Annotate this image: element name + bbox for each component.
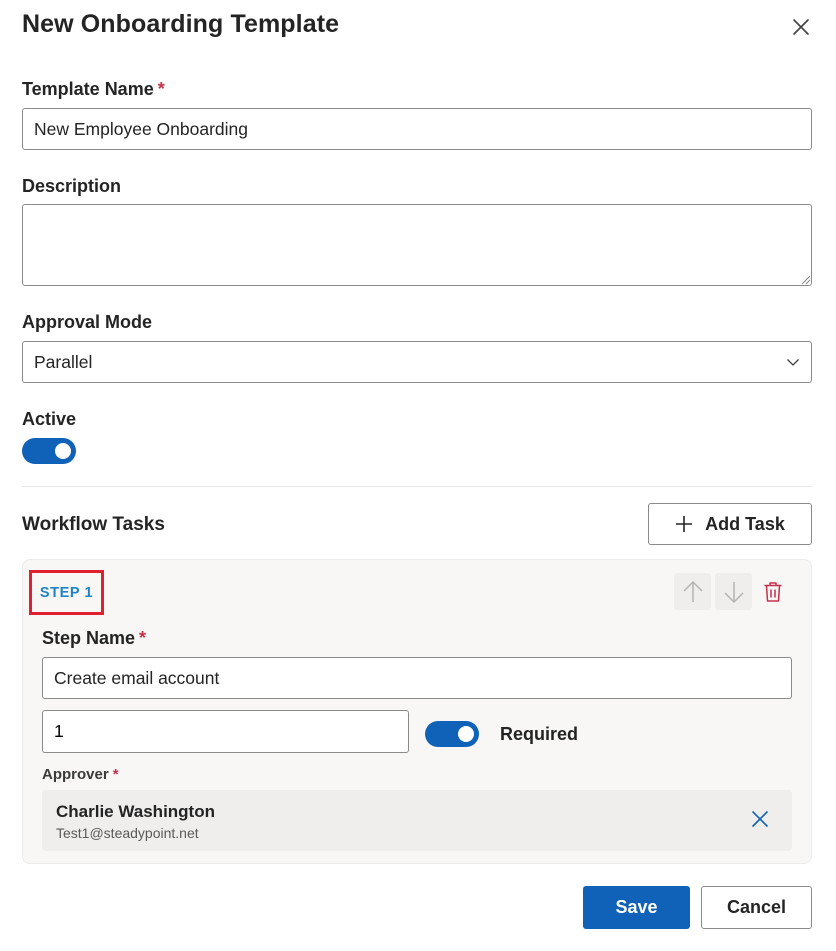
trash-icon bbox=[764, 582, 782, 602]
add-task-label: Add Task bbox=[705, 513, 785, 534]
approver-chip: Charlie Washington Test1@steadypoint.net bbox=[42, 790, 792, 851]
dialog-title: New Onboarding Template bbox=[22, 10, 340, 38]
chevron-down-icon bbox=[787, 359, 799, 366]
save-button[interactable]: Save bbox=[583, 886, 690, 929]
step-badge: STEP 1 bbox=[29, 570, 104, 615]
cancel-button[interactable]: Cancel bbox=[701, 886, 812, 929]
description-label: Description bbox=[22, 176, 122, 196]
required-marker: * bbox=[157, 79, 165, 99]
template-name-label: Template Name * bbox=[22, 79, 165, 99]
section-divider bbox=[22, 486, 812, 487]
workflow-tasks-title: Workflow Tasks bbox=[22, 514, 165, 535]
description-textarea[interactable] bbox=[22, 204, 812, 286]
plus-icon bbox=[676, 516, 693, 532]
add-task-button[interactable]: Add Task bbox=[648, 503, 812, 545]
approver-email: Test1@steadypoint.net bbox=[56, 825, 199, 841]
required-marker: * bbox=[112, 766, 119, 783]
close-icon bbox=[793, 19, 809, 35]
remove-approver-button[interactable] bbox=[747, 806, 773, 832]
move-up-button[interactable] bbox=[674, 573, 711, 610]
template-name-input[interactable] bbox=[22, 108, 812, 150]
active-label: Active bbox=[22, 409, 77, 429]
step-name-label: Step Name * bbox=[42, 628, 147, 648]
toggle-knob bbox=[458, 726, 474, 742]
required-toggle[interactable] bbox=[425, 721, 479, 747]
resize-grip-icon[interactable] bbox=[801, 275, 811, 285]
step-name-input[interactable] bbox=[42, 657, 792, 699]
approval-mode-label: Approval Mode bbox=[22, 312, 153, 332]
approval-mode-value: Parallel bbox=[34, 351, 93, 372]
approval-mode-select[interactable]: Parallel bbox=[22, 341, 812, 383]
delete-step-button[interactable] bbox=[757, 576, 789, 608]
toggle-knob bbox=[55, 443, 71, 459]
step-order-input[interactable] bbox=[42, 710, 409, 753]
active-toggle[interactable] bbox=[22, 438, 76, 464]
approver-name: Charlie Washington bbox=[56, 802, 215, 821]
approver-label: Approver * bbox=[42, 766, 119, 783]
close-button[interactable] bbox=[788, 14, 814, 40]
move-down-button[interactable] bbox=[715, 573, 752, 610]
remove-icon bbox=[752, 811, 768, 827]
required-label: Required bbox=[500, 724, 579, 744]
required-marker: * bbox=[139, 628, 147, 648]
step-badge-text: STEP 1 bbox=[39, 584, 94, 601]
arrow-down-icon bbox=[723, 581, 744, 603]
arrow-up-icon bbox=[682, 580, 703, 602]
